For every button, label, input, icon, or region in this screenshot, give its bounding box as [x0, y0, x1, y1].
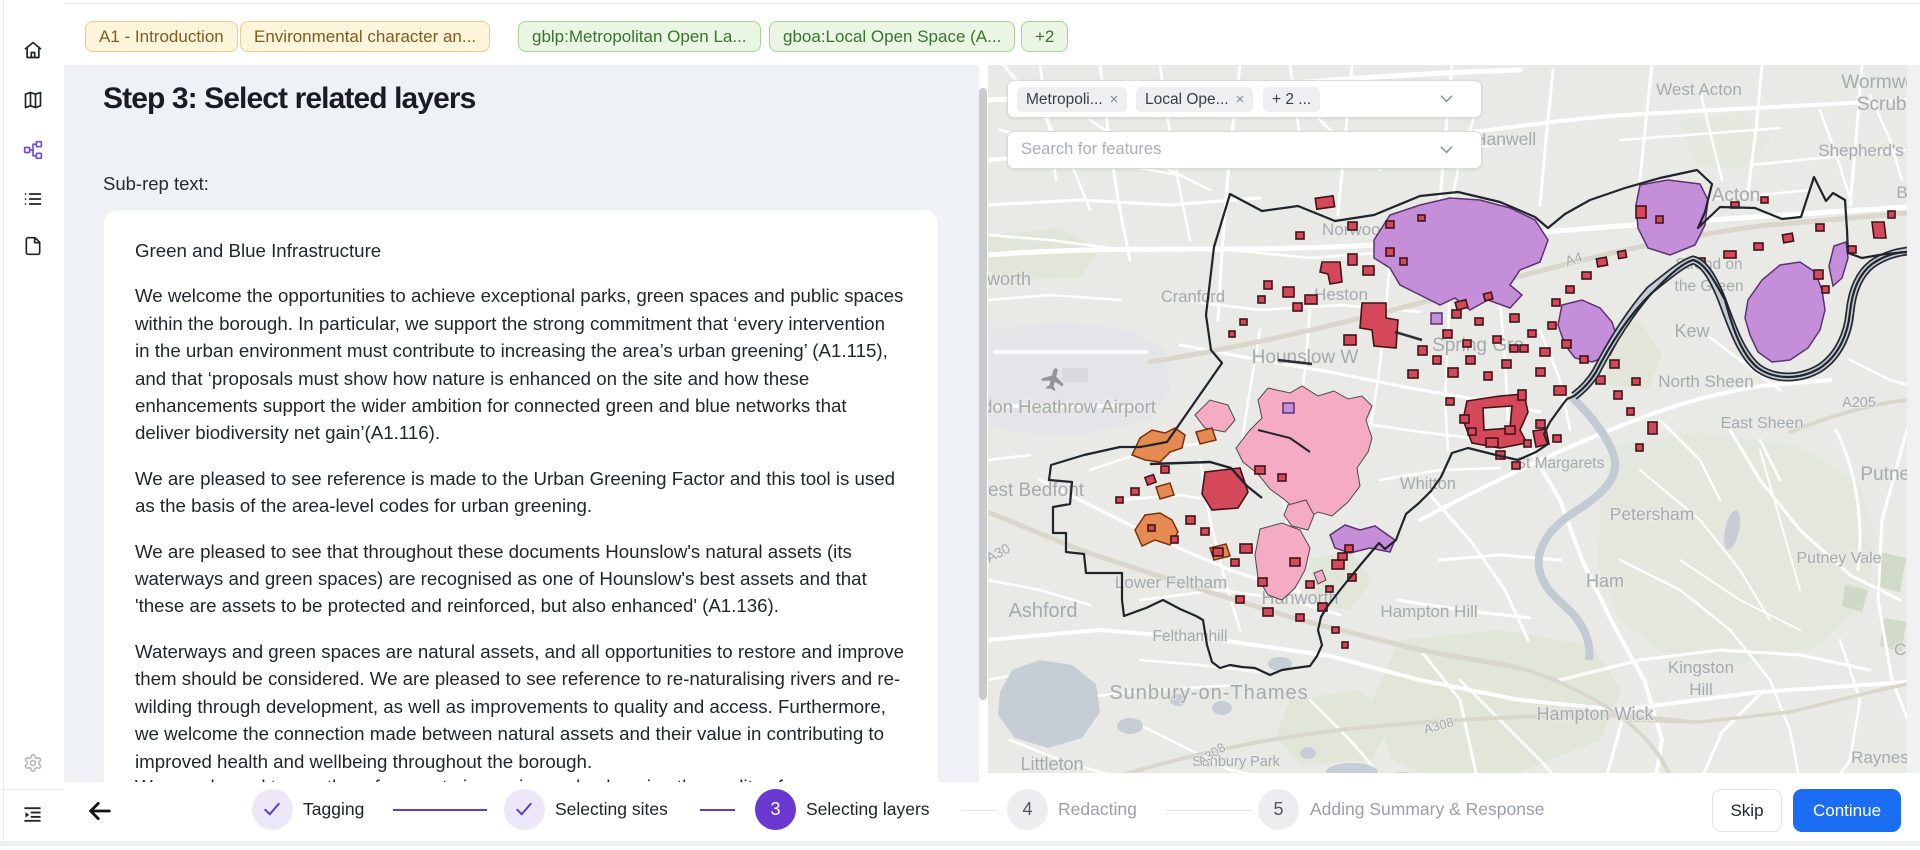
- svg-text:Lower Feltham: Lower Feltham: [1115, 573, 1227, 592]
- svg-text:Hounslow W: Hounslow W: [1252, 347, 1359, 368]
- svg-text:Kew: Kew: [1674, 321, 1710, 341]
- svg-text:Heston: Heston: [1314, 285, 1368, 304]
- svg-text:Petersham: Petersham: [1610, 504, 1695, 524]
- svg-text:Hampton Wick: Hampton Wick: [1536, 704, 1654, 724]
- svg-text:B: B: [1896, 183, 1907, 202]
- svg-text:Ham: Ham: [1586, 571, 1624, 591]
- svg-text:Putney: Putney: [1860, 464, 1907, 485]
- svg-text:Ashford: Ashford: [1009, 600, 1078, 622]
- svg-text:don Heathrow Airport: don Heathrow Airport: [988, 396, 1156, 417]
- svg-text:A205: A205: [1842, 395, 1876, 411]
- svg-text:West Molesey: West Molesey: [1328, 772, 1428, 773]
- svg-text:Cr: Cr: [1894, 640, 1907, 659]
- svg-text:Littleton: Littleton: [1020, 754, 1083, 773]
- svg-text:St Margarets: St Margarets: [1516, 455, 1605, 472]
- svg-text:Raynes: Raynes: [1851, 748, 1907, 767]
- svg-text:Cranford: Cranford: [1161, 288, 1225, 306]
- svg-text:Putney Vale: Putney Vale: [1796, 550, 1881, 567]
- svg-text:Kingston: Kingston: [1668, 658, 1734, 677]
- svg-text:Hanwell: Hanwell: [1474, 129, 1536, 149]
- svg-text:East Sheen: East Sheen: [1721, 415, 1804, 432]
- svg-text:North Sheen: North Sheen: [1658, 372, 1753, 391]
- svg-text:West Acton: West Acton: [1656, 80, 1742, 99]
- svg-text:Hill: Hill: [1689, 680, 1713, 699]
- svg-text:Shepherd's: Shepherd's: [1818, 141, 1903, 160]
- svg-text:Whitton: Whitton: [1400, 475, 1456, 493]
- svg-text:Hampton Hill: Hampton Hill: [1380, 602, 1477, 621]
- svg-text:worth: worth: [988, 269, 1031, 289]
- svg-text:Wormwo: Wormwo: [1841, 72, 1907, 93]
- svg-text:Felthamhill: Felthamhill: [1153, 628, 1228, 645]
- svg-text:Sunbury-on-Thames: Sunbury-on-Thames: [1109, 682, 1308, 704]
- svg-text:Scrubs: Scrubs: [1857, 94, 1907, 115]
